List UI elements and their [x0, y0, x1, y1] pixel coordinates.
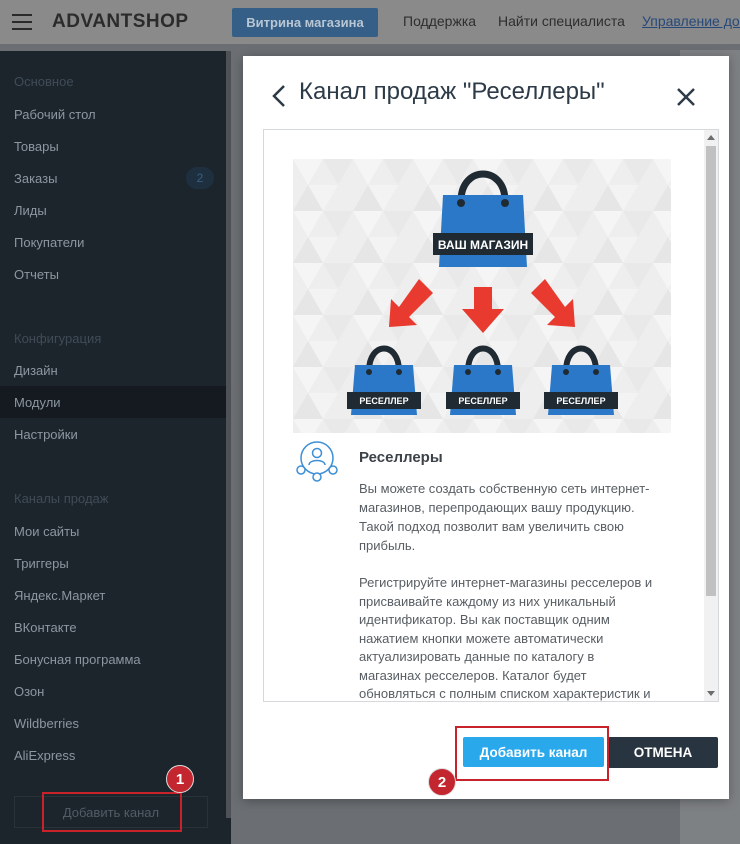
sidebar-item-dashboard[interactable]: Рабочий стол: [0, 98, 226, 130]
sidebar-section-config: Конфигурация: [14, 331, 102, 346]
menu-icon[interactable]: [12, 14, 32, 30]
sidebar-item-aliexpress[interactable]: AliExpress: [0, 739, 226, 771]
sidebar-item-wildberries[interactable]: Wildberries: [0, 707, 226, 739]
sidebar-item-customers[interactable]: Покупатели: [0, 226, 226, 258]
description-line: магазинов, перепродающих вашу продукцию.: [359, 500, 635, 515]
back-chevron-icon[interactable]: [271, 84, 287, 108]
manage-domain-link[interactable]: Управление домен: [642, 13, 740, 29]
description-line: прибыль.: [359, 538, 416, 553]
sidebar-section-main: Основное: [14, 74, 74, 89]
description-line: актуализировать данные по каталогу в: [359, 649, 595, 664]
shop-label: ВАШ МАГАЗИН: [438, 238, 528, 252]
orders-count-badge: 2: [186, 167, 214, 189]
highlight-box-2: [455, 726, 609, 781]
content-scrollbar[interactable]: [704, 130, 718, 701]
highlight-box-1: [42, 792, 182, 832]
network-users-icon: [296, 441, 338, 482]
description-line: присваивайте каждому из них уникальный: [359, 594, 616, 609]
description-line: Вы можете создать собственную сеть интер…: [359, 481, 650, 496]
sidebar-item-design[interactable]: Дизайн: [0, 354, 226, 386]
resellers-banner-image: ВАШ МАГАЗИН РЕСЕЛЛЕР РЕСЕЛЛЕР РЕСЕЛЛЕР: [293, 159, 671, 433]
find-specialist-link[interactable]: Найти специалиста: [498, 13, 625, 29]
sidebar-section-channels: Каналы продаж: [14, 491, 109, 506]
reseller-label-1: РЕСЕЛЛЕР: [359, 396, 408, 406]
sidebar-item-modules[interactable]: Модули: [0, 386, 226, 418]
reseller-label-2: РЕСЕЛЛЕР: [458, 396, 507, 406]
modal-title: Канал продаж "Реселлеры": [299, 78, 605, 105]
sidebar-item-reports[interactable]: Отчеты: [0, 258, 226, 290]
sidebar-item-my-sites[interactable]: Мои сайты: [0, 515, 226, 547]
step-marker-2: 2: [428, 768, 456, 796]
sidebar-item-ozon[interactable]: Озон: [0, 675, 226, 707]
close-icon[interactable]: [676, 87, 696, 107]
store-front-button[interactable]: Витрина магазина: [232, 8, 378, 37]
reseller-label-3: РЕСЕЛЛЕР: [556, 396, 605, 406]
scroll-down-arrow-icon[interactable]: [707, 691, 715, 696]
sidebar-item-vkontakte[interactable]: ВКонтакте: [0, 611, 226, 643]
top-bar: ADVANTSHOP Витрина магазина Поддержка На…: [0, 0, 740, 44]
scroll-thumb[interactable]: [706, 146, 716, 596]
sidebar-item-triggers[interactable]: Триггеры: [0, 547, 226, 579]
sidebar-item-leads[interactable]: Лиды: [0, 194, 226, 226]
brand-logo[interactable]: ADVANTSHOP: [52, 11, 189, 33]
section-title: Реселлеры: [359, 449, 443, 466]
scroll-up-arrow-icon[interactable]: [707, 135, 715, 140]
description-line: обновляться с полным списком характерист…: [359, 686, 651, 701]
cancel-button[interactable]: ОТМЕНА: [608, 737, 718, 768]
description-line: Регистрируйте интернет-магазины ресселер…: [359, 575, 653, 590]
description-line: нажатием кнопки можете автоматически: [359, 631, 604, 646]
sidebar-item-yandex-market[interactable]: Яндекс.Маркет: [0, 579, 226, 611]
sidebar-item-settings[interactable]: Настройки: [0, 418, 226, 450]
sidebar-item-bonus-program[interactable]: Бонусная программа: [0, 643, 226, 675]
step-marker-1: 1: [166, 765, 194, 793]
description-line: магазинах ресселеров. Каталог будет: [359, 668, 587, 683]
description-line: идентификатор. Вы как поставщик одним: [359, 612, 610, 627]
support-link[interactable]: Поддержка: [403, 13, 476, 29]
sidebar-item-products[interactable]: Товары: [0, 130, 226, 162]
description-line: Такой подход позволит вам увеличить свою: [359, 519, 624, 534]
